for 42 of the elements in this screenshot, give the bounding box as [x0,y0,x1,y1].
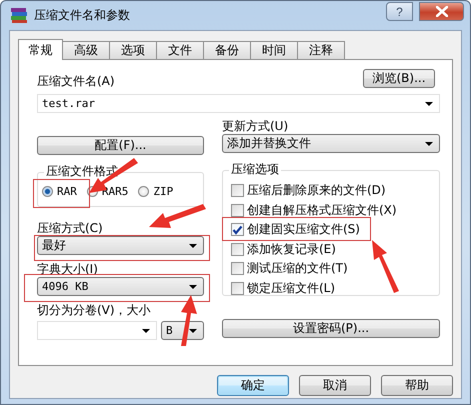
archive-name-field[interactable]: test.rar [37,94,440,113]
tab[interactable]: 选项 [109,41,157,59]
dialog-button[interactable]: 取消 [299,375,371,396]
volume-size-field[interactable] [37,321,157,340]
checkmark-icon [232,224,243,235]
close-icon [436,6,448,17]
options-group-title: 压缩选项 [229,162,281,177]
books-icon [10,7,28,24]
checkbox-option[interactable]: 测试压缩的文件(T) [231,261,439,276]
set-password-button[interactable]: 设置密码(P)... [222,319,440,338]
highlight-frame [33,179,90,208]
arrow [372,240,399,293]
tab[interactable]: 时间 [250,41,298,59]
tab[interactable]: 常规 [18,39,63,60]
checkbox-option[interactable]: 压缩后删除原来的文件(D) [231,183,439,198]
compression-method-dropdown[interactable]: 最好 [37,236,204,255]
arrow [149,204,206,228]
update-mode-dropdown[interactable]: 添加并替换文件 [222,134,440,153]
close-button[interactable] [419,2,464,21]
radio-option[interactable]: RAR [42,185,77,198]
arrow [181,295,197,346]
archive-name-label: 压缩文件名(A) [37,74,115,89]
dictionary-size-label: 字典大小(I) [37,262,99,277]
dictionary-size-dropdown[interactable]: 4096 KB [37,277,204,296]
tab[interactable]: 注释 [297,41,345,59]
split-volumes-label: 切分为分卷(V)，大小 [37,303,152,318]
profiles-button[interactable]: 配置(F)... [37,136,204,155]
checkbox-option[interactable]: 创建自解压格式压缩文件(X) [231,202,439,218]
checkbox-option[interactable]: 添加恢复记录(E) [231,242,439,257]
checkbox-option[interactable]: 锁定压缩文件(L) [231,280,439,296]
checkbox-option[interactable]: 创建固实压缩文件(S) [231,222,439,238]
tab[interactable]: 文件 [156,41,204,59]
help-button[interactable]: ? [386,2,413,21]
dialog-button[interactable]: 帮助 [381,375,453,396]
compression-method-label: 压缩方式(C) [37,221,104,236]
window-title: 压缩文件名和参数 [34,7,130,24]
dialog-button[interactable]: 确定 [217,375,289,396]
radio-option[interactable]: ZIP [138,185,174,198]
tab[interactable]: 备份 [203,41,251,59]
update-mode-label: 更新方式(U) [222,119,290,134]
browse-button[interactable]: 浏览(B)... [363,69,435,88]
tab[interactable]: 高级 [62,41,110,59]
